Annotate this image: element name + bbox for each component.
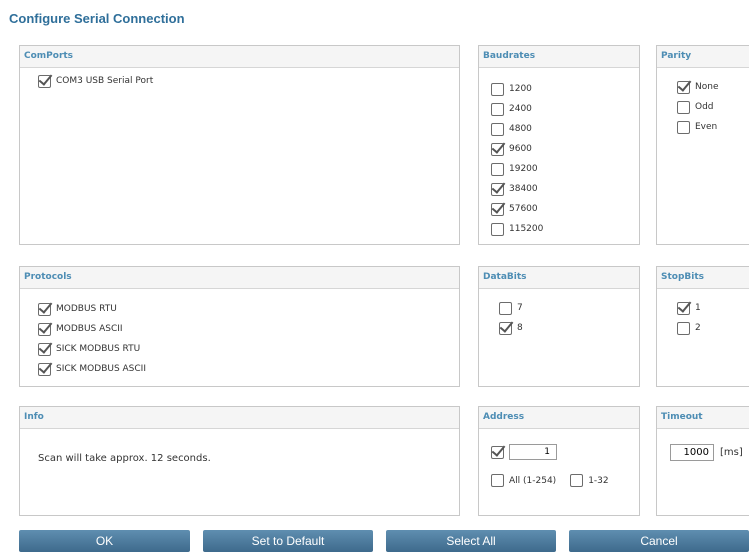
databits-8-label: 8 (517, 323, 523, 333)
protocol-modbus-rtu-label: MODBUS RTU (56, 304, 117, 314)
baud-57600-label: 57600 (509, 204, 538, 214)
baud-19200-checkbox[interactable] (491, 162, 504, 176)
parity-none-label: None (695, 82, 719, 92)
databits-8-option[interactable]: 8 (499, 318, 639, 338)
parity-even-checkbox[interactable] (677, 120, 690, 134)
protocol-sick-modbus-ascii-checkbox[interactable] (38, 362, 51, 376)
baud-4800-option[interactable]: 4800 (491, 119, 639, 139)
address-all-label: All (1-254) (509, 475, 557, 486)
protocol-sick-modbus-rtu-checkbox[interactable] (38, 342, 51, 356)
dialog-title: Configure Serial Connection (9, 11, 185, 26)
stopbits-header: StopBits (657, 267, 749, 289)
address-header: Address (479, 407, 639, 429)
databits-header: DataBits (479, 267, 639, 289)
parity-none-option[interactable]: None (677, 77, 749, 97)
baud-38400-option[interactable]: 38400 (491, 179, 639, 199)
comports-panel: ComPorts COM3 USB Serial Port (19, 45, 460, 245)
databits-7-option[interactable]: 7 (499, 298, 639, 318)
databits-panel: DataBits 7 8 (478, 266, 640, 387)
baud-2400-option[interactable]: 2400 (491, 99, 639, 119)
address-input[interactable] (509, 444, 557, 460)
cancel-button[interactable]: Cancel (569, 530, 749, 552)
timeout-unit-label: [ms] (720, 447, 743, 458)
stopbits-2-option[interactable]: 2 (677, 318, 749, 338)
databits-7-label: 7 (517, 303, 523, 313)
protocol-modbus-rtu-option[interactable]: MODBUS RTU (38, 299, 459, 319)
databits-8-checkbox[interactable] (499, 321, 512, 335)
parity-even-label: Even (695, 122, 718, 132)
baud-38400-checkbox[interactable] (491, 182, 504, 196)
baudrates-panel: Baudrates 1200 2400 4800 9600 19200 3840… (478, 45, 640, 245)
baud-57600-checkbox[interactable] (491, 202, 504, 216)
parity-header: Parity (657, 46, 749, 68)
baud-38400-label: 38400 (509, 184, 538, 194)
timeout-input[interactable] (670, 444, 714, 461)
set-to-default-button[interactable]: Set to Default (203, 530, 373, 552)
baud-4800-label: 4800 (509, 124, 532, 134)
baud-115200-label: 115200 (509, 224, 544, 234)
parity-odd-checkbox[interactable] (677, 100, 690, 114)
timeout-header: Timeout (657, 407, 749, 429)
address-all-checkbox[interactable] (491, 474, 504, 487)
databits-7-checkbox[interactable] (499, 301, 512, 315)
protocol-sick-modbus-rtu-label: SICK MODBUS RTU (56, 344, 141, 354)
info-header: Info (20, 407, 459, 429)
protocol-sick-modbus-rtu-option[interactable]: SICK MODBUS RTU (38, 339, 459, 359)
address-range-label: 1-32 (588, 475, 609, 486)
address-enable-checkbox[interactable] (491, 445, 504, 459)
stopbits-1-option[interactable]: 1 (677, 298, 749, 318)
baud-2400-checkbox[interactable] (491, 102, 504, 116)
address-range-checkbox[interactable] (570, 474, 584, 487)
baud-115200-checkbox[interactable] (491, 222, 504, 236)
parity-none-checkbox[interactable] (677, 80, 690, 94)
comport-com3-label: COM3 USB Serial Port (56, 76, 154, 86)
protocol-modbus-rtu-checkbox[interactable] (38, 302, 51, 316)
stopbits-2-label: 2 (695, 323, 701, 333)
baud-1200-option[interactable]: 1200 (491, 79, 639, 99)
comport-item-com3[interactable]: COM3 USB Serial Port (38, 71, 459, 91)
baud-2400-label: 2400 (509, 104, 532, 114)
comport-com3-checkbox[interactable] (38, 74, 51, 88)
select-all-button[interactable]: Select All (386, 530, 556, 552)
parity-odd-option[interactable]: Odd (677, 97, 749, 117)
baud-1200-label: 1200 (509, 84, 532, 94)
timeout-panel: Timeout [ms] (656, 406, 749, 516)
baud-57600-option[interactable]: 57600 (491, 199, 639, 219)
baudrates-header: Baudrates (479, 46, 639, 68)
parity-panel: Parity None Odd Even (656, 45, 749, 245)
stopbits-2-checkbox[interactable] (677, 321, 690, 335)
baud-19200-option[interactable]: 19200 (491, 159, 639, 179)
stopbits-1-label: 1 (695, 303, 701, 313)
baud-19200-label: 19200 (509, 164, 538, 174)
info-message: Scan will take approx. 12 seconds. (38, 453, 211, 464)
parity-even-option[interactable]: Even (677, 117, 749, 137)
protocol-sick-modbus-ascii-option[interactable]: SICK MODBUS ASCII (38, 359, 459, 379)
info-panel: Info Scan will take approx. 12 seconds. (19, 406, 460, 516)
ok-button[interactable]: OK (19, 530, 190, 552)
protocol-modbus-ascii-label: MODBUS ASCII (56, 324, 123, 334)
protocol-modbus-ascii-option[interactable]: MODBUS ASCII (38, 319, 459, 339)
protocols-header: Protocols (20, 267, 459, 289)
baud-9600-option[interactable]: 9600 (491, 139, 639, 159)
baud-1200-checkbox[interactable] (491, 82, 504, 96)
comports-header: ComPorts (20, 46, 459, 68)
protocol-sick-modbus-ascii-label: SICK MODBUS ASCII (56, 364, 146, 374)
parity-odd-label: Odd (695, 102, 714, 112)
stopbits-1-checkbox[interactable] (677, 301, 690, 315)
protocol-modbus-ascii-checkbox[interactable] (38, 322, 51, 336)
baud-9600-checkbox[interactable] (491, 142, 504, 156)
address-panel: Address All (1-254) 1-32 (478, 406, 640, 516)
baud-115200-option[interactable]: 115200 (491, 219, 639, 239)
baud-9600-label: 9600 (509, 144, 532, 154)
baud-4800-checkbox[interactable] (491, 122, 504, 136)
protocols-panel: Protocols MODBUS RTU MODBUS ASCII SICK M… (19, 266, 460, 387)
stopbits-panel: StopBits 1 2 (656, 266, 749, 387)
